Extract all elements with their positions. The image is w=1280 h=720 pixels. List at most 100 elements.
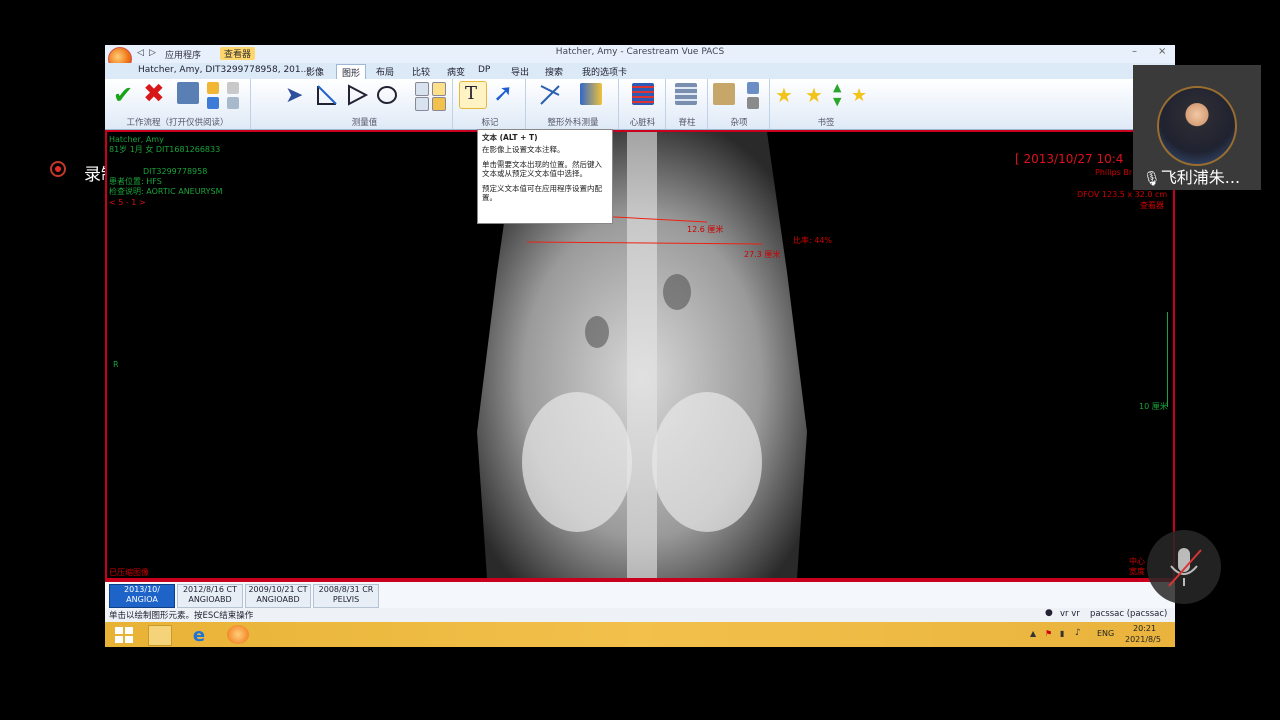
- tooltip-line2: 单击需要文本出现的位置。然后键入文本或从预定义文本值中选择。: [482, 160, 602, 178]
- series-date: 2012/8/16 CT: [182, 585, 238, 594]
- stamp-icon[interactable]: [747, 97, 759, 109]
- group-ortho: 整形外科测量: [528, 79, 619, 129]
- measurement-1[interactable]: 12.6 厘米: [687, 224, 723, 235]
- minimize-icon[interactable]: –: [1132, 46, 1137, 57]
- camera-name-text: 飞利浦朱...: [1160, 168, 1241, 187]
- ortho-angle-icon[interactable]: [538, 83, 562, 107]
- prev-bookmark-icon[interactable]: ▲: [833, 81, 841, 94]
- calculator-icon[interactable]: [432, 82, 446, 96]
- mute-mic-button[interactable]: [1147, 530, 1221, 604]
- network-icon[interactable]: ▮: [1060, 629, 1064, 638]
- status-user: vr vr: [1060, 609, 1080, 619]
- tab-search[interactable]: 搜索: [540, 64, 568, 79]
- clock-date[interactable]: 2021/8/5: [1125, 635, 1161, 644]
- ribbon: ✔ ✖ 工作流程（打开仅供阅读） ➤ 测量值 T ➚ 标记 整形外科测量 心脏科…: [105, 79, 1175, 130]
- calc-icon[interactable]: [747, 82, 759, 94]
- group-workflow: ✔ ✖ 工作流程（打开仅供阅读）: [105, 79, 251, 129]
- arrow-icon[interactable]: ➚: [493, 79, 513, 107]
- file-explorer-icon[interactable]: [148, 625, 172, 646]
- group-bookmarks: ★ ★ ▲ ▼ ★ 书签: [771, 79, 881, 129]
- tab-layout[interactable]: 布局: [371, 64, 399, 79]
- ratio-label: 比率: 44%: [793, 236, 833, 245]
- series-date: 2013/10/: [124, 585, 160, 594]
- pacs-taskbar-icon[interactable]: [227, 625, 249, 644]
- group-label: 整形外科测量: [547, 118, 599, 128]
- taskbar: e ▲ ⚑ ▮ ♪ ENG 20:21 2021/8/5: [105, 622, 1175, 647]
- mic-off-icon: [1168, 548, 1202, 587]
- bookmark-add-icon[interactable]: ★: [805, 83, 823, 107]
- scroll-icon[interactable]: [713, 83, 735, 105]
- group-label: 心脏科: [629, 118, 656, 128]
- tab-image[interactable]: 影像: [301, 64, 329, 79]
- language-indicator[interactable]: ENG: [1097, 629, 1114, 638]
- next-bookmark-icon[interactable]: ▼: [833, 95, 841, 108]
- plus-icon[interactable]: [415, 97, 429, 111]
- cross-icon[interactable]: ✖: [143, 79, 165, 109]
- tray-up-icon[interactable]: ▲: [1030, 629, 1036, 638]
- compressed-label: 已压缩图像: [109, 568, 149, 577]
- group-label: 书签: [817, 118, 835, 128]
- tab-my-tabs[interactable]: 我的选项卡: [577, 64, 632, 79]
- save-icon[interactable]: [227, 97, 239, 109]
- flag-icon[interactable]: ⚑: [1045, 629, 1052, 638]
- tooltip-title: 文本 (ALT + T): [482, 133, 538, 142]
- text-tool-tooltip: 文本 (ALT + T) 在影像上设置文本注释。 单击需要文本出现的位置。然后键…: [477, 129, 613, 224]
- text-icon: T: [465, 83, 478, 104]
- image-viewport[interactable]: Hatcher, Amy 81岁 1月 女 DIT1681266833 DIT3…: [105, 130, 1175, 580]
- series-nav[interactable]: < 5 - 1 >: [109, 198, 146, 208]
- folder-icon[interactable]: [207, 82, 219, 94]
- title-bar: ◁ ▷ 应用程序 查看器 Hatcher, Amy - Carestream V…: [105, 45, 1175, 71]
- star-icon[interactable]: ★: [775, 83, 793, 107]
- group-label: 脊柱: [678, 118, 696, 128]
- group-spine: 脊柱: [667, 79, 708, 129]
- series-thumb-3[interactable]: 2009/10/21 CT ANGIOABD: [245, 584, 311, 608]
- vendor: Philips Br: [1095, 168, 1133, 177]
- record-icon: [50, 161, 66, 177]
- camera-name: 🎙飞利浦朱...: [1143, 164, 1240, 188]
- pen-icon[interactable]: [227, 82, 239, 94]
- series-name: ANGIOA: [126, 595, 158, 604]
- ortho-chart-icon[interactable]: [580, 83, 602, 105]
- series-name: PELVIS: [332, 595, 360, 604]
- ie-icon[interactable]: e: [188, 625, 210, 646]
- group-misc: 杂项: [709, 79, 770, 129]
- status-bar: 单击以绘制图形元素。按ESC结束操作 ● vr vr pacssac (pacs…: [105, 608, 1175, 622]
- tab-lesion[interactable]: 病变: [442, 64, 470, 79]
- report-icon[interactable]: [177, 82, 199, 104]
- volume-icon[interactable]: ♪: [1075, 628, 1081, 638]
- viewer-label: 查看器: [1140, 201, 1164, 210]
- pointer-icon[interactable]: ➤: [285, 83, 303, 108]
- crosshair-icon[interactable]: [415, 82, 429, 96]
- auto-bookmark-icon[interactable]: ★: [851, 85, 867, 106]
- tab-graphics[interactable]: 图形: [336, 64, 367, 80]
- pacs-window: ◁ ▷ 应用程序 查看器 Hatcher, Amy - Carestream V…: [105, 45, 1175, 647]
- patient-id: DIT3299778958: [143, 167, 208, 176]
- text-tool-button[interactable]: T: [459, 81, 487, 109]
- windows-start-icon[interactable]: [113, 625, 135, 644]
- series-thumb-2[interactable]: 2012/8/16 CT ANGIOABD: [177, 584, 243, 608]
- series-thumb-4[interactable]: 2008/8/31 CR PELVIS: [313, 584, 379, 608]
- tab-compare[interactable]: 比较: [407, 64, 435, 79]
- layout-icon[interactable]: [207, 97, 219, 109]
- group-label: 测量值: [351, 118, 378, 128]
- close-icon[interactable]: ×: [1158, 46, 1166, 57]
- checkmark-icon[interactable]: ✔: [113, 81, 133, 109]
- status-message: 单击以绘制图形元素。按ESC结束操作: [109, 611, 254, 621]
- window-title: Hatcher, Amy - Carestream Vue PACS: [555, 47, 725, 57]
- group-label: 标记: [481, 118, 499, 128]
- orientation-left: R: [113, 360, 119, 369]
- heart-icon[interactable]: [632, 83, 654, 105]
- camera-preview: 🎙飞利浦朱...: [1133, 65, 1261, 190]
- ellipse-roi-icon[interactable]: [375, 83, 399, 107]
- lock-icon[interactable]: [432, 97, 446, 111]
- series-name: ANGIOABD: [188, 595, 232, 604]
- series-thumb-1[interactable]: 2013/10/ ANGIOA: [109, 584, 175, 608]
- spine-icon[interactable]: [675, 83, 697, 105]
- tab-dp[interactable]: DP: [473, 64, 495, 76]
- menu-bar: Hatcher, Amy, DIT3299778958, 201... 影像 图…: [105, 63, 1175, 80]
- clock-time[interactable]: 20:21: [1133, 624, 1156, 633]
- tab-export[interactable]: 导出: [506, 64, 534, 79]
- line-measure-icon[interactable]: [315, 83, 339, 107]
- angle-icon[interactable]: [345, 83, 369, 107]
- measurement-2[interactable]: 27.3 厘米: [744, 249, 780, 260]
